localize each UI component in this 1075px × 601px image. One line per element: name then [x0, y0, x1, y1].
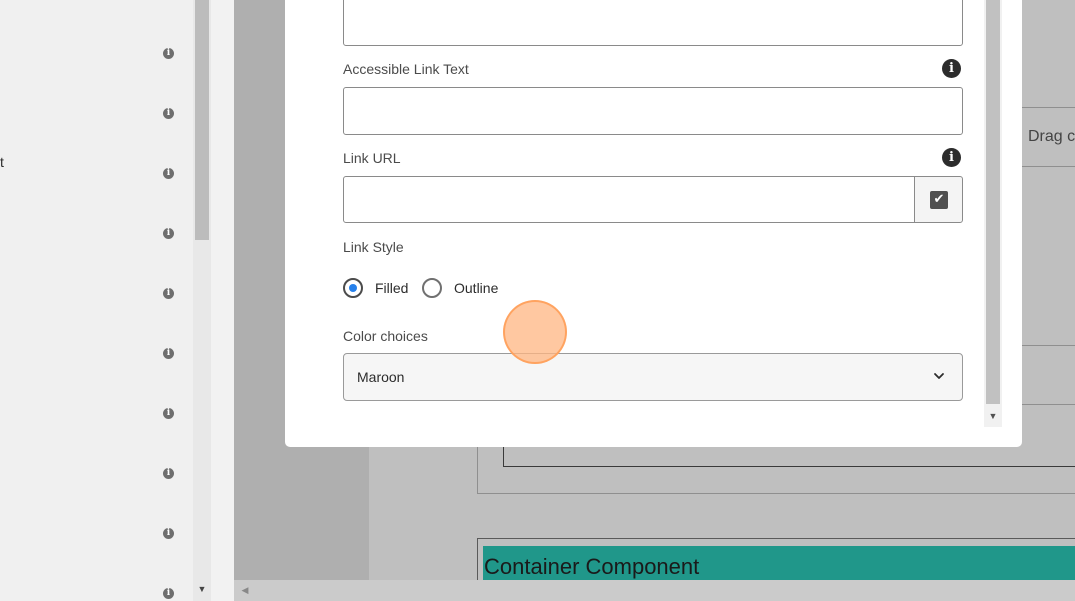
scroll-left-arrow-icon[interactable]: ◀ [238, 583, 252, 597]
scroll-down-arrow-icon[interactable]: ▼ [984, 409, 1002, 423]
link-url-input[interactable] [343, 176, 915, 223]
radio-filled-label[interactable]: Filled [375, 280, 408, 296]
container-component-title: Container Component [484, 554, 700, 579]
info-icon[interactable]: i [163, 48, 174, 59]
panel-item-label: t [0, 154, 4, 170]
radio-selected-dot [349, 284, 357, 292]
panel-gutter [211, 0, 234, 601]
info-icon[interactable]: i [163, 288, 174, 299]
radio-outline-label[interactable]: Outline [454, 280, 498, 296]
horizontal-scrollbar[interactable] [234, 580, 1075, 601]
info-icon[interactable]: i [163, 408, 174, 419]
panel-scrollbar-thumb[interactable] [195, 0, 209, 240]
accessible-link-text-input[interactable] [343, 87, 963, 135]
info-icon[interactable]: i [163, 528, 174, 539]
info-icon[interactable]: i [163, 228, 174, 239]
color-choices-select[interactable]: Maroon [343, 353, 963, 401]
properties-panel: t i i i i i i i i i i [0, 0, 193, 601]
dialog-scrollbar-thumb[interactable] [986, 0, 1000, 404]
info-icon[interactable]: i [163, 348, 174, 359]
radio-filled[interactable] [343, 278, 363, 298]
radio-outline[interactable] [422, 278, 442, 298]
info-icon[interactable]: i [942, 59, 961, 78]
text-field[interactable] [343, 0, 963, 46]
divider [1021, 345, 1075, 346]
info-icon[interactable]: i [163, 588, 174, 599]
link-style-label: Link Style [343, 239, 404, 255]
info-icon[interactable]: i [163, 168, 174, 179]
color-choices-label: Color choices [343, 328, 428, 344]
link-url-label: Link URL [343, 150, 401, 166]
scroll-down-arrow-icon[interactable]: ▼ [193, 582, 211, 596]
info-icon[interactable]: i [163, 108, 174, 119]
accessible-link-text-label: Accessible Link Text [343, 61, 469, 77]
info-icon[interactable]: i [163, 468, 174, 479]
chevron-down-icon [934, 373, 944, 379]
click-indicator [503, 300, 567, 364]
checkbox-check-icon: ✔ [930, 191, 948, 209]
path-picker-button[interactable]: ✔ [914, 176, 963, 223]
color-choices-value: Maroon [357, 369, 405, 385]
info-icon[interactable]: i [942, 148, 961, 167]
drop-zone-label: Drag co [1028, 128, 1075, 145]
